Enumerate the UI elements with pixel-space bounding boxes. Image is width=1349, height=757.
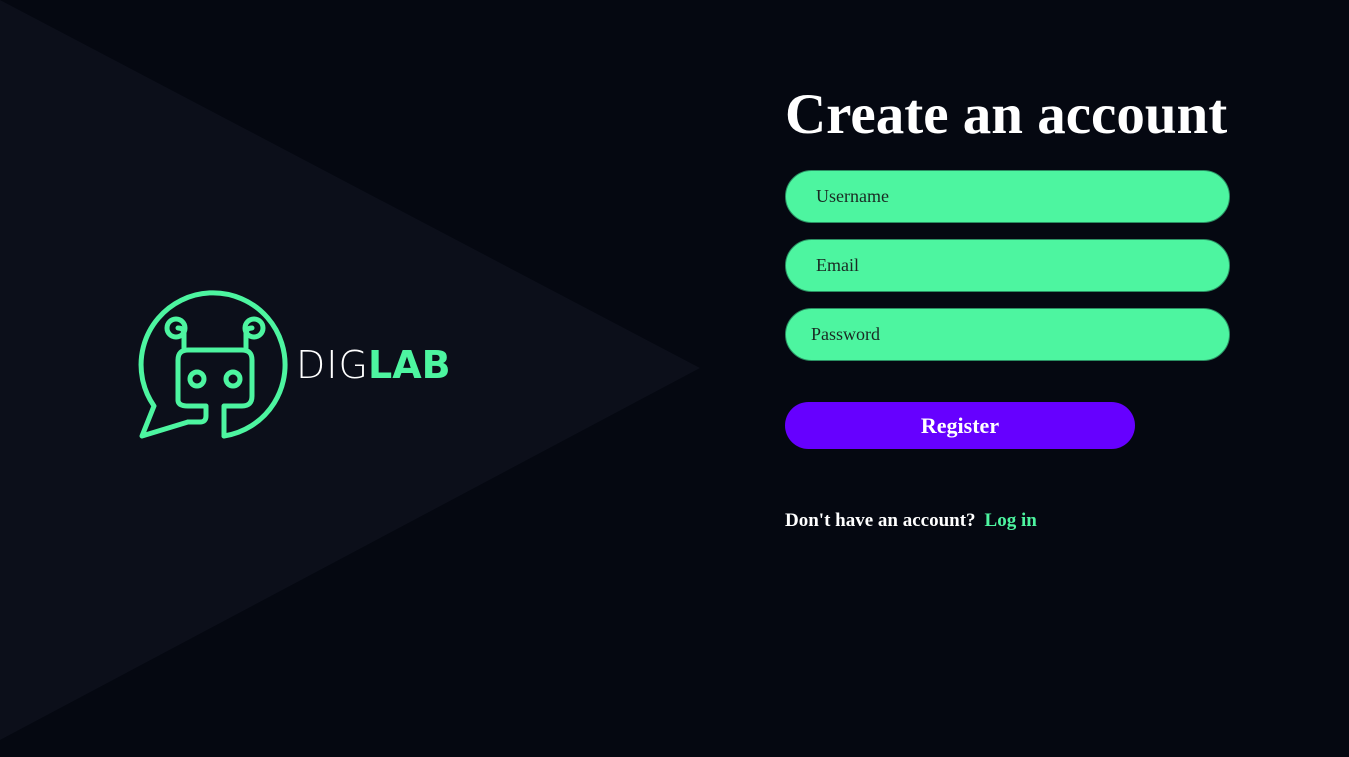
digilab-logo: DIGI LAB bbox=[138, 288, 458, 442]
register-page: DIGI LAB Create an account Register Don'… bbox=[0, 0, 1349, 757]
brand-name-bold: LAB bbox=[368, 343, 451, 387]
register-button[interactable]: Register bbox=[785, 402, 1135, 449]
login-prompt: Don't have an account? Log in bbox=[785, 510, 1037, 532]
username-input[interactable] bbox=[785, 170, 1230, 223]
email-input[interactable] bbox=[785, 239, 1230, 292]
login-prompt-text: Don't have an account? bbox=[785, 510, 976, 531]
robot-chat-bubble-icon: DIGI LAB bbox=[138, 290, 451, 439]
password-input[interactable] bbox=[785, 308, 1230, 361]
register-form: Create an account Register Don't have an… bbox=[785, 80, 1245, 531]
page-title: Create an account bbox=[785, 83, 1228, 146]
login-link[interactable]: Log in bbox=[985, 510, 1037, 531]
